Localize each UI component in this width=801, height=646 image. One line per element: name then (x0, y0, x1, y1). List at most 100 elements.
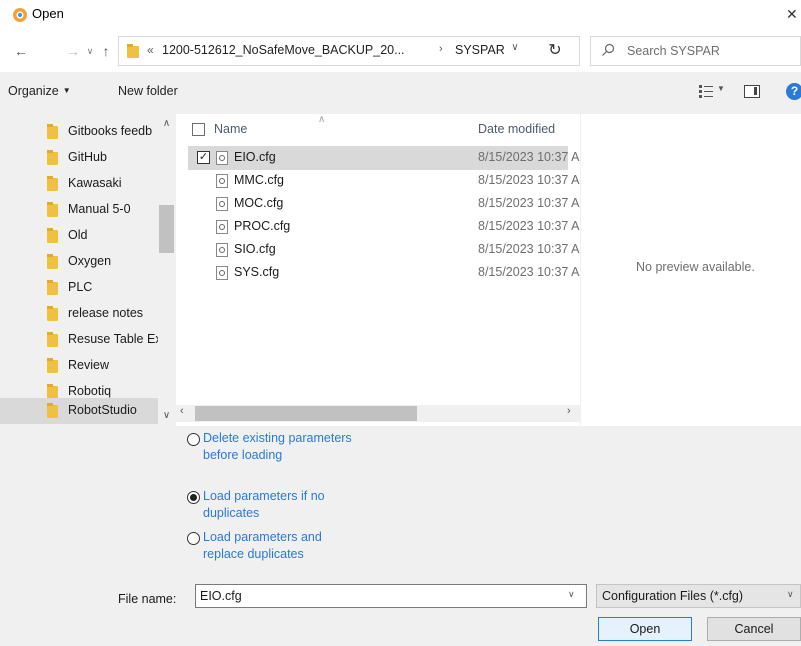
back-arrow-icon[interactable]: ← (12, 30, 30, 72)
sidebar-item-review[interactable]: Review (0, 353, 160, 379)
title-bar: Open ✕ (0, 0, 801, 30)
file-name-label: File name: (118, 592, 177, 606)
sidebar-item-kawasaki[interactable]: Kawasaki (0, 171, 160, 197)
folder-icon (47, 306, 58, 321)
view-options-caret-icon[interactable]: ▼ (717, 84, 725, 93)
file-row-eio[interactable]: ✓ EIO.cfg 8/15/2023 10:37 A (188, 146, 579, 170)
folder-icon (47, 228, 58, 243)
file-date: 8/15/2023 10:37 A (478, 173, 580, 187)
file-name: EIO.cfg (234, 150, 276, 164)
folder-icon (47, 403, 58, 418)
column-header-name[interactable]: Name (214, 122, 247, 144)
sidebar-item-label: GitHub (68, 150, 107, 164)
file-date: 8/15/2023 10:37 A (478, 242, 580, 256)
radio-label-load-and-replace[interactable]: Load parameters and replace duplicates (203, 529, 353, 563)
file-row-mmc[interactable]: MMC.cfg 8/15/2023 10:37 A (188, 169, 579, 193)
sidebar-item-oxygen[interactable]: Oxygen (0, 249, 160, 275)
radio-label-load-if-no-duplicates[interactable]: Load parameters if no duplicates (203, 488, 353, 522)
address-bar[interactable]: « 1200-512612_NoSafeMove_BACKUP_20... › … (118, 36, 580, 66)
sidebar-item-label: Gitbooks feedb (68, 124, 153, 138)
navigation-bar: ← → ∨ ↑ « 1200-512612_NoSafeMove_BACKUP_… (0, 30, 801, 72)
folder-icon (47, 124, 58, 139)
folder-icon (47, 254, 58, 269)
file-row-sys[interactable]: SYS.cfg 8/15/2023 10:37 A (188, 261, 579, 285)
sidebar-item-robotstudio[interactable]: RobotStudio (0, 398, 160, 424)
config-file-icon (216, 174, 228, 188)
sidebar-item-release-notes[interactable]: release notes (0, 301, 160, 327)
folder-icon (127, 44, 139, 58)
preview-pane-icon[interactable] (744, 85, 760, 98)
radio-label-delete-existing[interactable]: Delete existing parameters before loadin… (203, 430, 353, 464)
app-icon (13, 8, 27, 22)
file-name-field[interactable] (195, 584, 587, 608)
horizontal-scroll-thumb[interactable] (195, 406, 417, 421)
scroll-down-icon[interactable]: ∨ (158, 410, 175, 421)
scroll-right-icon[interactable]: › (567, 405, 571, 417)
config-file-icon (216, 151, 228, 165)
search-box[interactable]: Search SYSPAR (590, 36, 801, 66)
open-button[interactable]: Open (598, 617, 692, 641)
sidebar-item-gitbooks[interactable]: Gitbooks feedb (0, 119, 160, 145)
breadcrumb-segment-syspar[interactable]: SYSPAR (455, 43, 505, 57)
sidebar-item-label: release notes (68, 306, 144, 320)
radio-delete-existing[interactable] (187, 433, 200, 446)
row-checkbox[interactable]: ✓ (197, 151, 210, 164)
file-type-selected[interactable]: Configuration Files (*.cfg) (602, 589, 743, 603)
select-all-checkbox[interactable] (192, 123, 205, 136)
help-icon[interactable]: ? (786, 83, 801, 100)
navigation-pane-scrollbar[interactable] (158, 114, 175, 426)
sort-ascending-icon: ∧ (318, 114, 326, 125)
breadcrumb-segment-backup[interactable]: 1200-512612_NoSafeMove_BACKUP_20... (162, 43, 405, 57)
file-name-input[interactable] (196, 585, 556, 607)
sidebar-item-github[interactable]: GitHub (0, 145, 160, 171)
column-header-date-modified[interactable]: Date modified (478, 122, 555, 144)
sidebar-item-label: Resuse Table Ex (68, 332, 158, 346)
recent-locations-chevron-icon[interactable]: ∨ (84, 30, 96, 72)
sidebar-item-label: Old (68, 228, 88, 242)
up-arrow-icon[interactable]: ↑ (98, 30, 114, 72)
navigation-pane-scroll-thumb[interactable] (159, 205, 174, 253)
file-date: 8/15/2023 10:37 A (478, 150, 580, 164)
close-icon[interactable]: ✕ (786, 4, 801, 24)
cancel-button[interactable]: Cancel (707, 617, 801, 641)
config-file-icon (216, 197, 228, 211)
scroll-up-icon[interactable]: ∧ (158, 118, 175, 129)
search-icon (602, 43, 615, 56)
config-file-icon (216, 220, 228, 234)
file-date: 8/15/2023 10:37 A (478, 219, 580, 233)
sidebar-item-resuse-table[interactable]: Resuse Table Ex (0, 327, 160, 353)
command-bar: Organize ▼ New folder ▼ ? (0, 72, 801, 114)
file-row-moc[interactable]: MOC.cfg 8/15/2023 10:37 A (188, 192, 579, 216)
organize-label: Organize (8, 84, 59, 98)
address-overflow-chevron-icon[interactable]: « (147, 43, 154, 57)
sidebar-item-label: Manual 5-0 (68, 202, 131, 216)
folder-icon (47, 202, 58, 217)
organize-button[interactable]: Organize ▼ (8, 84, 71, 98)
address-dropdown-icon[interactable]: ∨ (505, 42, 525, 53)
file-name-dropdown-icon[interactable]: ∨ (568, 589, 575, 600)
sidebar-item-manual[interactable]: Manual 5-0 (0, 197, 160, 223)
forward-arrow-icon[interactable]: → (66, 30, 80, 72)
sidebar-item-label: Review (68, 358, 109, 372)
window-title: Open (32, 6, 64, 21)
refresh-icon[interactable]: ↻ (543, 40, 567, 60)
file-name: SYS.cfg (234, 265, 280, 279)
config-file-icon (216, 243, 228, 257)
config-file-icon (216, 266, 228, 280)
radio-load-and-replace[interactable] (187, 532, 200, 545)
breadcrumb-separator-icon[interactable]: › (439, 43, 443, 55)
view-options-icon[interactable] (699, 84, 713, 98)
file-type-dropdown-icon[interactable]: ∨ (787, 589, 794, 600)
sidebar-item-label: RobotStudio (68, 403, 137, 417)
radio-load-if-no-duplicates[interactable] (187, 491, 200, 504)
scroll-left-icon[interactable]: ‹ (180, 405, 184, 417)
sidebar-item-old[interactable]: Old (0, 223, 160, 249)
file-row-sio[interactable]: SIO.cfg 8/15/2023 10:37 A (188, 238, 579, 262)
navigation-pane: Gitbooks feedb GitHub Kawasaki Manual 5-… (0, 114, 175, 426)
folder-icon (47, 358, 58, 373)
sidebar-item-plc[interactable]: PLC (0, 275, 160, 301)
new-folder-button[interactable]: New folder (118, 84, 178, 98)
file-row-proc[interactable]: PROC.cfg 8/15/2023 10:37 A (188, 215, 579, 239)
file-date: 8/15/2023 10:37 A (478, 196, 580, 210)
folder-icon (47, 176, 58, 191)
